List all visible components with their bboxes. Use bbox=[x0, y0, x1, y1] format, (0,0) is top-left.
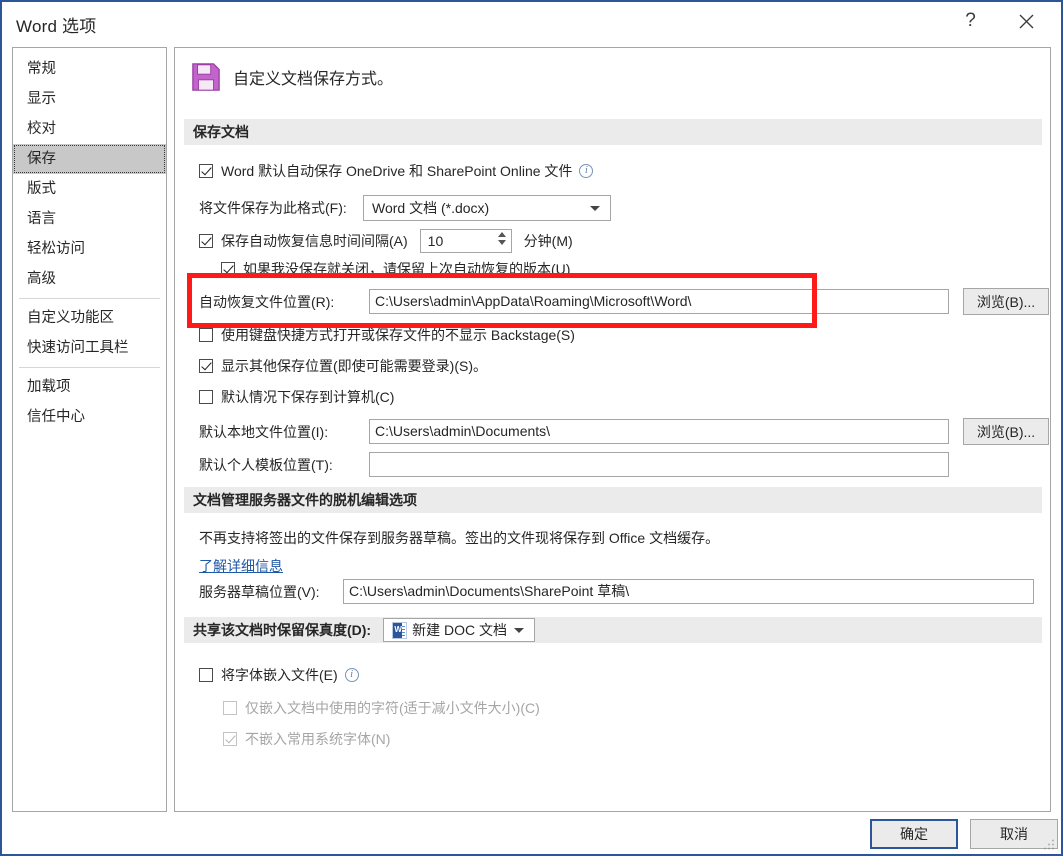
autorecover-minutes-stepper[interactable]: 10 bbox=[419, 229, 512, 253]
fidelity-doc-value: 新建 DOC 文档 bbox=[412, 622, 507, 638]
embed-used-chars-checkbox bbox=[223, 701, 237, 715]
embed-fonts-label: 将字体嵌入文件(E) bbox=[221, 667, 338, 683]
embed-used-chars-label: 仅嵌入文档中使用的字符(适于减小文件大小)(C) bbox=[245, 700, 540, 716]
other-save-locations-checkbox[interactable] bbox=[199, 359, 213, 373]
keep-last-version-label: 如果我没保存就关闭，请保留上次自动恢复的版本(U) bbox=[243, 261, 571, 277]
learn-more-row[interactable]: 了解详细信息 bbox=[199, 556, 283, 576]
floppy-disk-icon bbox=[192, 63, 220, 91]
autorecover-minutes-value: 10 bbox=[427, 233, 444, 249]
keep-last-version-checkbox[interactable] bbox=[221, 262, 235, 276]
help-icon[interactable]: ? bbox=[948, 2, 993, 40]
save-format-combo[interactable]: Word 文档 (*.docx) bbox=[363, 195, 611, 221]
sidebar-item-advanced[interactable]: 高级 bbox=[13, 264, 166, 294]
stepper-down-icon[interactable] bbox=[497, 240, 506, 245]
autosave-onedrive-row[interactable]: Word 默认自动保存 OneDrive 和 SharePoint Online… bbox=[199, 161, 594, 181]
sidebar-item-addins[interactable]: 加载项 bbox=[13, 372, 166, 402]
embed-fonts-info-icon[interactable]: i bbox=[344, 668, 359, 682]
sidebar-item-layout[interactable]: 版式 bbox=[13, 174, 166, 204]
server-draft-location-label: 服务器草稿位置(V): bbox=[199, 583, 320, 600]
content-header-title: 自定义文档保存方式。 bbox=[233, 71, 394, 88]
autorecover-interval-checkbox[interactable] bbox=[199, 234, 213, 248]
embed-fonts-checkbox[interactable] bbox=[199, 668, 213, 682]
options-content-panel: 自定义文档保存方式。 保存文档 Word 默认自动保存 OneDrive 和 S… bbox=[174, 47, 1051, 812]
autosave-onedrive-checkbox[interactable] bbox=[199, 164, 213, 178]
keep-last-version-row[interactable]: 如果我没保存就关闭，请保留上次自动恢复的版本(U) bbox=[221, 259, 570, 279]
section-header-save-documents: 保存文档 bbox=[184, 119, 1042, 145]
save-to-computer-row[interactable]: 默认情况下保存到计算机(C) bbox=[199, 387, 394, 407]
save-to-computer-checkbox[interactable] bbox=[199, 390, 213, 404]
save-format-label: 将文件保存为此格式(F): bbox=[199, 200, 347, 216]
save-format-row: 将文件保存为此格式(F): Word 文档 (*.docx) bbox=[199, 195, 611, 221]
minutes-label: 分钟(M) bbox=[523, 233, 573, 249]
personal-template-location-label: 默认个人模板位置(T): bbox=[199, 456, 333, 473]
sidebar-divider-2 bbox=[19, 367, 160, 368]
sidebar-item-accessibility[interactable]: 轻松访问 bbox=[13, 234, 166, 264]
autosave-onedrive-label: Word 默认自动保存 OneDrive 和 SharePoint Online… bbox=[221, 163, 573, 179]
no-embed-common-fonts-checkbox bbox=[223, 732, 237, 746]
backstage-shortcut-checkbox[interactable] bbox=[199, 328, 213, 342]
dialog-footer: 确定 取消 bbox=[2, 814, 1061, 854]
personal-template-location-input[interactable] bbox=[369, 452, 949, 477]
content-header: 自定义文档保存方式。 bbox=[191, 62, 393, 92]
server-draft-location-row: 服务器草稿位置(V): C:\Users\admin\Documents\Sha… bbox=[199, 579, 1034, 604]
ok-button[interactable]: 确定 bbox=[870, 819, 958, 849]
autorecover-interval-label: 保存自动恢复信息时间间隔(A) bbox=[221, 233, 408, 249]
local-file-location-row: 默认本地文件位置(I): C:\Users\admin\Documents\ 浏… bbox=[199, 418, 1049, 445]
section-header-fidelity: 共享该文档时保留保真度(D): 新建 DOC 文档 bbox=[184, 617, 1042, 643]
options-sidebar: 常规 显示 校对 保存 版式 语言 轻松访问 高级 自定义功能区 快速访问工具栏… bbox=[12, 47, 167, 812]
sidebar-item-display[interactable]: 显示 bbox=[13, 84, 166, 114]
autorecover-interval-row: 保存自动恢复信息时间间隔(A) 10 分钟(M) bbox=[199, 229, 573, 253]
backstage-shortcut-label: 使用键盘快捷方式打开或保存文件的不显示 Backstage(S) bbox=[221, 327, 575, 343]
local-browse-button[interactable]: 浏览(B)... bbox=[963, 418, 1049, 445]
close-glyph bbox=[1019, 14, 1034, 28]
sidebar-item-general[interactable]: 常规 bbox=[13, 54, 166, 84]
sidebar-item-proofing[interactable]: 校对 bbox=[13, 114, 166, 144]
section-header-offline-editing: 文档管理服务器文件的脱机编辑选项 bbox=[184, 487, 1042, 513]
window-title: Word 选项 bbox=[16, 17, 97, 36]
chevron-down-icon-fidelity bbox=[514, 627, 525, 633]
server-draft-location-input[interactable]: C:\Users\admin\Documents\SharePoint 草稿\ bbox=[343, 579, 1034, 604]
resize-grip-icon[interactable] bbox=[1044, 839, 1055, 850]
sidebar-divider-1 bbox=[19, 298, 160, 299]
sidebar-item-save[interactable]: 保存 bbox=[13, 144, 166, 174]
autorecover-location-row: 自动恢复文件位置(R): C:\Users\admin\AppData\Roam… bbox=[199, 288, 1049, 315]
close-icon[interactable] bbox=[1004, 2, 1049, 40]
save-to-computer-label: 默认情况下保存到计算机(C) bbox=[221, 389, 395, 405]
other-save-locations-label: 显示其他保存位置(即使可能需要登录)(S)。 bbox=[221, 358, 487, 374]
no-embed-common-fonts-label: 不嵌入常用系统字体(N) bbox=[245, 731, 391, 747]
offline-editing-description: 不再支持将签出的文件保存到服务器草稿。签出的文件现将保存到 Office 文档缓… bbox=[199, 530, 720, 546]
stepper-up-icon[interactable] bbox=[497, 232, 506, 237]
embed-used-chars-row: 仅嵌入文档中使用的字符(适于减小文件大小)(C) bbox=[223, 698, 540, 718]
personal-template-location-row: 默认个人模板位置(T): bbox=[199, 452, 949, 477]
local-file-location-label: 默认本地文件位置(I): bbox=[199, 423, 329, 440]
autorecover-location-label: 自动恢复文件位置(R): bbox=[199, 293, 335, 310]
fidelity-title: 共享该文档时保留保真度(D): bbox=[193, 622, 372, 638]
sidebar-item-language[interactable]: 语言 bbox=[13, 204, 166, 234]
backstage-shortcut-row[interactable]: 使用键盘快捷方式打开或保存文件的不显示 Backstage(S) bbox=[199, 325, 575, 345]
autorecover-location-input[interactable]: C:\Users\admin\AppData\Roaming\Microsoft… bbox=[369, 289, 949, 314]
sidebar-item-customize-ribbon[interactable]: 自定义功能区 bbox=[13, 303, 166, 333]
autorecover-browse-button[interactable]: 浏览(B)... bbox=[963, 288, 1049, 315]
word-options-dialog: Word 选项 ? 常规 显示 校对 保存 版式 语言 轻松访问 高级 自定义功… bbox=[0, 0, 1063, 856]
save-format-value: Word 文档 (*.docx) bbox=[372, 200, 490, 216]
fidelity-doc-combo[interactable]: 新建 DOC 文档 bbox=[383, 618, 536, 642]
offline-editing-description-row: 不再支持将签出的文件保存到服务器草稿。签出的文件现将保存到 Office 文档缓… bbox=[199, 528, 719, 548]
autosave-info-icon[interactable]: i bbox=[579, 164, 594, 178]
no-embed-common-fonts-row: 不嵌入常用系统字体(N) bbox=[223, 729, 390, 749]
other-save-locations-row[interactable]: 显示其他保存位置(即使可能需要登录)(S)。 bbox=[199, 356, 487, 376]
sidebar-item-trust-center[interactable]: 信任中心 bbox=[13, 402, 166, 432]
dialog-body: 常规 显示 校对 保存 版式 语言 轻松访问 高级 自定义功能区 快速访问工具栏… bbox=[2, 42, 1061, 814]
title-bar: Word 选项 ? bbox=[2, 2, 1061, 42]
embed-fonts-row[interactable]: 将字体嵌入文件(E) i bbox=[199, 665, 359, 685]
stepper-arrows[interactable] bbox=[497, 232, 506, 245]
doc-file-icon bbox=[392, 621, 408, 639]
help-glyph: ? bbox=[965, 10, 976, 31]
chevron-down-icon bbox=[590, 205, 600, 211]
local-file-location-input[interactable]: C:\Users\admin\Documents\ bbox=[369, 419, 949, 444]
sidebar-item-quick-access-toolbar[interactable]: 快速访问工具栏 bbox=[13, 333, 166, 363]
learn-more-link[interactable]: 了解详细信息 bbox=[199, 556, 283, 576]
